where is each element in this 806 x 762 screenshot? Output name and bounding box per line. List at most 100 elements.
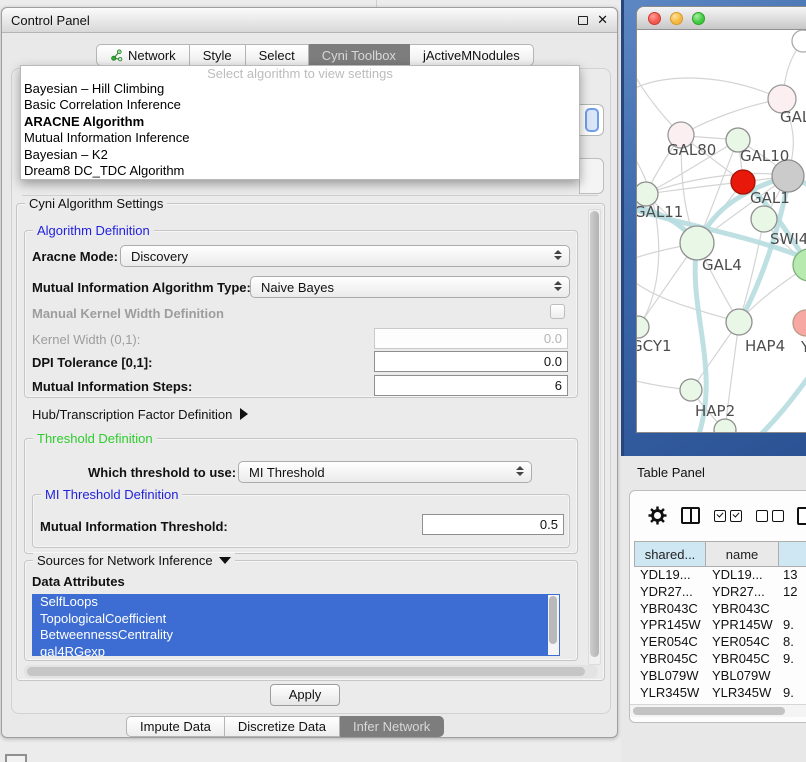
algorithm-option[interactable]: Bayesian – Hill Climbing xyxy=(21,81,579,97)
table-cell: YLR345W xyxy=(634,685,706,702)
tab-network[interactable]: Network xyxy=(96,44,190,66)
table-rows: YDL19...YDL19...13YDR27...YDR27...12YBR0… xyxy=(634,567,806,704)
network-canvas[interactable]: GALGAL80GAL10GAL1GAL11SWI4GAL4GCY1HAP4YH… xyxy=(637,30,806,433)
table-cell: YER054C xyxy=(634,634,706,651)
column-header-shared-name[interactable]: shared... xyxy=(634,541,706,567)
network-node-label: Y xyxy=(800,338,806,356)
network-window: GALGAL80GAL10GAL1GAL11SWI4GAL4GCY1HAP4YH… xyxy=(636,6,806,433)
mac-minimize-button[interactable] xyxy=(670,12,683,25)
mi-threshold-field[interactable]: 0.5 xyxy=(422,514,564,535)
mac-close-button[interactable] xyxy=(648,12,661,25)
settings-horizontal-scrollbar[interactable] xyxy=(24,665,598,678)
column-header-clipped[interactable] xyxy=(779,541,806,567)
table-cell: YBL079W xyxy=(706,668,779,685)
table-row[interactable]: YBL079WYBL079W xyxy=(634,668,806,685)
data-attribute-item[interactable]: gal4RGexp xyxy=(32,644,560,657)
algorithm-option[interactable]: Mutual Information Inference xyxy=(21,130,579,146)
table-cell: YBR043C xyxy=(706,601,779,618)
network-view-frame: GALGAL80GAL10GAL1GAL11SWI4GAL4GCY1HAP4YH… xyxy=(621,0,806,456)
network-edge xyxy=(637,78,782,99)
table-cell: YDL19... xyxy=(706,567,779,584)
table-cell: 9. xyxy=(779,685,806,702)
dpi-tolerance-field[interactable]: 0.0 xyxy=(374,351,568,372)
scrollbar-thumb[interactable] xyxy=(549,596,557,644)
network-node-label: SWI4 xyxy=(770,230,806,248)
network-edge xyxy=(739,219,764,322)
table-row[interactable]: YPR145WYPR145W9. xyxy=(634,617,806,634)
tab-discretize-data-label: Discretize Data xyxy=(238,719,326,734)
network-node-HAP4[interactable] xyxy=(726,309,752,335)
table-row[interactable]: YDL19...YDL19...13 xyxy=(634,567,806,584)
data-attributes-list[interactable]: SelfLoopsTopologicalCoefficientBetweenne… xyxy=(32,594,560,656)
float-window-icon[interactable] xyxy=(578,16,588,25)
network-node-label: HAP4 xyxy=(745,337,785,355)
table-row[interactable]: YER054CYER054C8. xyxy=(634,634,806,651)
algorithm-option[interactable]: Dream8 DC_TDC Algorithm xyxy=(21,163,579,179)
mac-zoom-button[interactable] xyxy=(692,12,705,25)
table-row[interactable]: YBR043CYBR043C xyxy=(634,601,806,618)
node-table: shared... name YDL19...YDL19...13YDR27..… xyxy=(629,490,806,723)
algorithm-option[interactable]: ARACNE Algorithm xyxy=(21,114,579,130)
network-node[interactable] xyxy=(714,419,736,433)
table-cell xyxy=(779,601,806,618)
mi-steps-label: Mutual Information Steps: xyxy=(32,379,192,394)
tab-select[interactable]: Select xyxy=(246,44,309,66)
hub-section-label: Hub/Transcription Factor Definition xyxy=(32,407,232,422)
network-node-GCY1[interactable] xyxy=(637,316,649,338)
settings-vertical-scrollbar[interactable] xyxy=(588,209,601,665)
tab-jactivemnodules[interactable]: jActiveMNodules xyxy=(410,44,534,66)
mi-steps-field[interactable]: 6 xyxy=(374,375,568,396)
table-toolbar xyxy=(630,491,806,540)
table-cell: 9. xyxy=(779,617,806,634)
aracne-mode-combo[interactable]: Discovery xyxy=(120,245,570,267)
scrollbar-thumb[interactable] xyxy=(27,667,585,676)
table-horizontal-scrollbar[interactable] xyxy=(630,704,806,717)
scrollbar-thumb[interactable] xyxy=(590,211,599,657)
table-cell: YER054C xyxy=(706,634,779,651)
table-cell: YDL19... xyxy=(634,567,706,584)
tab-infer-network[interactable]: Infer Network xyxy=(340,716,444,737)
algorithm-dropdown-items: Bayesian – Hill ClimbingBasic Correlatio… xyxy=(21,81,579,179)
hidden-combo-fragment-2 xyxy=(579,158,604,194)
minimized-panel-icon[interactable] xyxy=(5,754,27,762)
column-header-name[interactable]: name xyxy=(706,541,779,567)
network-node-label: GAL10 xyxy=(740,147,789,165)
which-threshold-combo[interactable]: MI Threshold xyxy=(238,461,532,483)
tab-impute-data[interactable]: Impute Data xyxy=(126,716,225,737)
close-window-icon[interactable]: ✕ xyxy=(597,15,608,25)
table-cell: YPR145W xyxy=(634,617,706,634)
network-node-SWI4[interactable] xyxy=(751,206,777,232)
kernel-width-label: Kernel Width (0,1): xyxy=(32,332,140,347)
mi-algorithm-type-combo[interactable]: Naive Bayes xyxy=(250,276,570,298)
table-cell: YBR043C xyxy=(634,601,706,618)
manual-kernel-width-checkbox[interactable] xyxy=(550,304,565,319)
network-node[interactable] xyxy=(792,30,806,52)
tab-cyni-toolbox[interactable]: Cyni Toolbox xyxy=(309,44,410,66)
unselect-all-columns-icon[interactable] xyxy=(756,510,784,522)
hub-section-toggle[interactable]: Hub/Transcription Factor Definition xyxy=(32,407,248,422)
show-columns-icon[interactable] xyxy=(681,507,700,524)
kernel-width-field[interactable]: 0.0 xyxy=(374,328,568,349)
tab-discretize-data[interactable]: Discretize Data xyxy=(225,716,340,737)
network-node-HAP2[interactable] xyxy=(680,379,702,401)
network-node-label: HAP2 xyxy=(695,402,735,420)
table-row[interactable]: YBR045CYBR045C9. xyxy=(634,651,806,668)
network-node-label: GAL11 xyxy=(637,203,683,221)
data-attribute-item[interactable]: BetweennessCentrality xyxy=(32,627,560,644)
gear-icon[interactable] xyxy=(648,506,667,525)
algorithm-option[interactable]: Basic Correlation Inference xyxy=(21,97,579,113)
table-row[interactable]: YDR27...YDR27...12 xyxy=(634,584,806,601)
tab-style[interactable]: Style xyxy=(190,44,246,66)
export-table-icon[interactable] xyxy=(797,507,806,525)
data-attribute-item[interactable]: SelfLoops xyxy=(32,594,560,611)
select-all-columns-icon[interactable] xyxy=(714,510,742,522)
apply-button[interactable]: Apply xyxy=(270,684,340,706)
network-node-Y[interactable] xyxy=(793,310,806,336)
table-row[interactable]: YLR345WYLR345W9. xyxy=(634,685,806,702)
which-threshold-label: Which threshold to use: xyxy=(88,465,236,480)
scrollbar-thumb[interactable] xyxy=(633,707,785,715)
algorithm-option[interactable]: Bayesian – K2 xyxy=(21,147,579,163)
network-node-GAL4[interactable] xyxy=(680,226,714,260)
data-attribute-item[interactable]: TopologicalCoefficient xyxy=(32,611,560,628)
list-vertical-scrollbar[interactable] xyxy=(548,595,559,655)
